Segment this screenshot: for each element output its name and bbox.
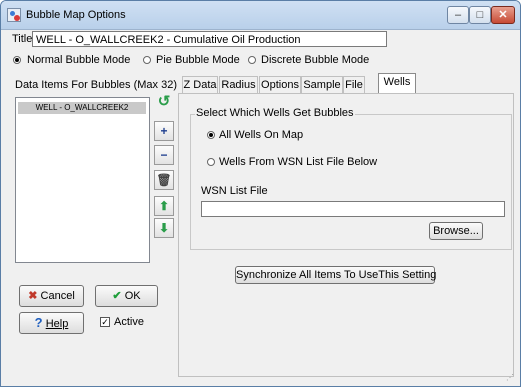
bubble-map-options-window: Bubble Map Options – □ ✕ Title WELL - O_…	[0, 0, 521, 387]
tab-label: Radius	[221, 79, 256, 91]
wsn-list-file-label: WSN List File	[201, 185, 268, 197]
pie-bubble-mode-radio[interactable]	[143, 56, 151, 64]
arrow-down-icon: ⬇	[158, 221, 170, 235]
pie-bubble-mode-label: Pie Bubble Mode	[156, 54, 240, 66]
tab-sample[interactable]: Sample	[301, 76, 343, 94]
move-up-button[interactable]: ⬆	[154, 196, 174, 216]
browse-label: Browse...	[433, 225, 479, 237]
help-label: Help	[45, 318, 69, 330]
tab-label: Options	[261, 79, 299, 91]
tab-z-data[interactable]: Z Data	[182, 76, 218, 94]
trash-icon: 🗑	[156, 173, 172, 187]
bubble-map-app-icon	[7, 8, 21, 22]
help-button[interactable]: ? Help	[19, 312, 84, 334]
data-items-list[interactable]: WELL - O_WALLCREEK2	[15, 97, 150, 263]
remove-item-button[interactable]: −	[154, 145, 174, 165]
maximize-icon: □	[476, 9, 484, 21]
checkmark-icon: ✓	[101, 317, 109, 327]
move-down-button[interactable]: ⬇	[154, 218, 174, 238]
active-checkbox[interactable]: ✓	[100, 317, 110, 327]
wells-from-list-label: Wells From WSN List File Below	[219, 156, 378, 168]
active-label: Active	[114, 316, 144, 328]
maximize-button[interactable]: □	[469, 6, 491, 24]
window-title: Bubble Map Options	[26, 9, 126, 21]
title-bar[interactable]: Bubble Map Options – □ ✕	[1, 1, 520, 30]
title-label: Title	[12, 33, 33, 45]
undo-icon: ↺	[157, 93, 171, 110]
wsn-list-file-input[interactable]	[201, 201, 505, 217]
close-icon: ✕	[498, 9, 508, 21]
plus-icon: +	[160, 124, 168, 138]
help-icon: ?	[34, 315, 43, 330]
undo-button[interactable]: ↺	[154, 93, 174, 113]
tab-file[interactable]: File	[343, 76, 365, 94]
all-wells-label: All Wells On Map	[219, 129, 304, 141]
data-items-header: Data Items For Bubbles (Max 32)	[15, 79, 178, 91]
arrow-up-icon: ⬆	[158, 199, 170, 213]
delete-item-button[interactable]: 🗑	[154, 170, 174, 190]
title-input[interactable]: WELL - O_WALLCREEK2 - Cumulative Oil Pro…	[32, 31, 387, 47]
cancel-x-icon: ✖	[28, 290, 38, 302]
resize-grip-icon[interactable]: ⋰	[506, 373, 516, 383]
ok-label: OK	[124, 290, 141, 302]
synchronize-button[interactable]: Synchronize All Items To UseThis Setting	[235, 266, 437, 284]
cancel-button[interactable]: ✖ Cancel	[19, 285, 84, 307]
tab-label: Sample	[303, 79, 341, 91]
browse-button[interactable]: Browse...	[429, 222, 483, 240]
all-wells-radio[interactable]	[207, 131, 215, 139]
wells-group-title: Select Which Wells Get Bubbles	[195, 107, 355, 119]
tab-options[interactable]: Options	[259, 76, 301, 94]
normal-bubble-mode-radio[interactable]	[13, 56, 21, 64]
title-input-value: WELL - O_WALLCREEK2 - Cumulative Oil Pro…	[36, 34, 301, 46]
list-item[interactable]: WELL - O_WALLCREEK2	[18, 102, 146, 114]
wells-from-list-radio[interactable]	[207, 158, 215, 166]
close-button[interactable]: ✕	[491, 6, 515, 24]
tab-radius[interactable]: Radius	[219, 76, 258, 94]
add-item-button[interactable]: +	[154, 121, 174, 141]
minimize-icon: –	[454, 9, 462, 21]
tab-label: Z Data	[183, 79, 217, 91]
minimize-button[interactable]: –	[447, 6, 469, 24]
ok-button[interactable]: ✔ OK	[95, 285, 158, 307]
discrete-bubble-mode-label: Discrete Bubble Mode	[261, 54, 370, 66]
cancel-label: Cancel	[40, 290, 75, 302]
discrete-bubble-mode-radio[interactable]	[248, 56, 256, 64]
minus-icon: −	[160, 148, 168, 162]
synchronize-label: Synchronize All Items To UseThis Setting	[236, 269, 437, 281]
tab-label: File	[345, 79, 363, 91]
tab-wells[interactable]: Wells	[378, 73, 416, 94]
normal-bubble-mode-label: Normal Bubble Mode	[27, 54, 131, 66]
tab-label: Wells	[383, 76, 411, 88]
ok-check-icon: ✔	[112, 290, 122, 302]
